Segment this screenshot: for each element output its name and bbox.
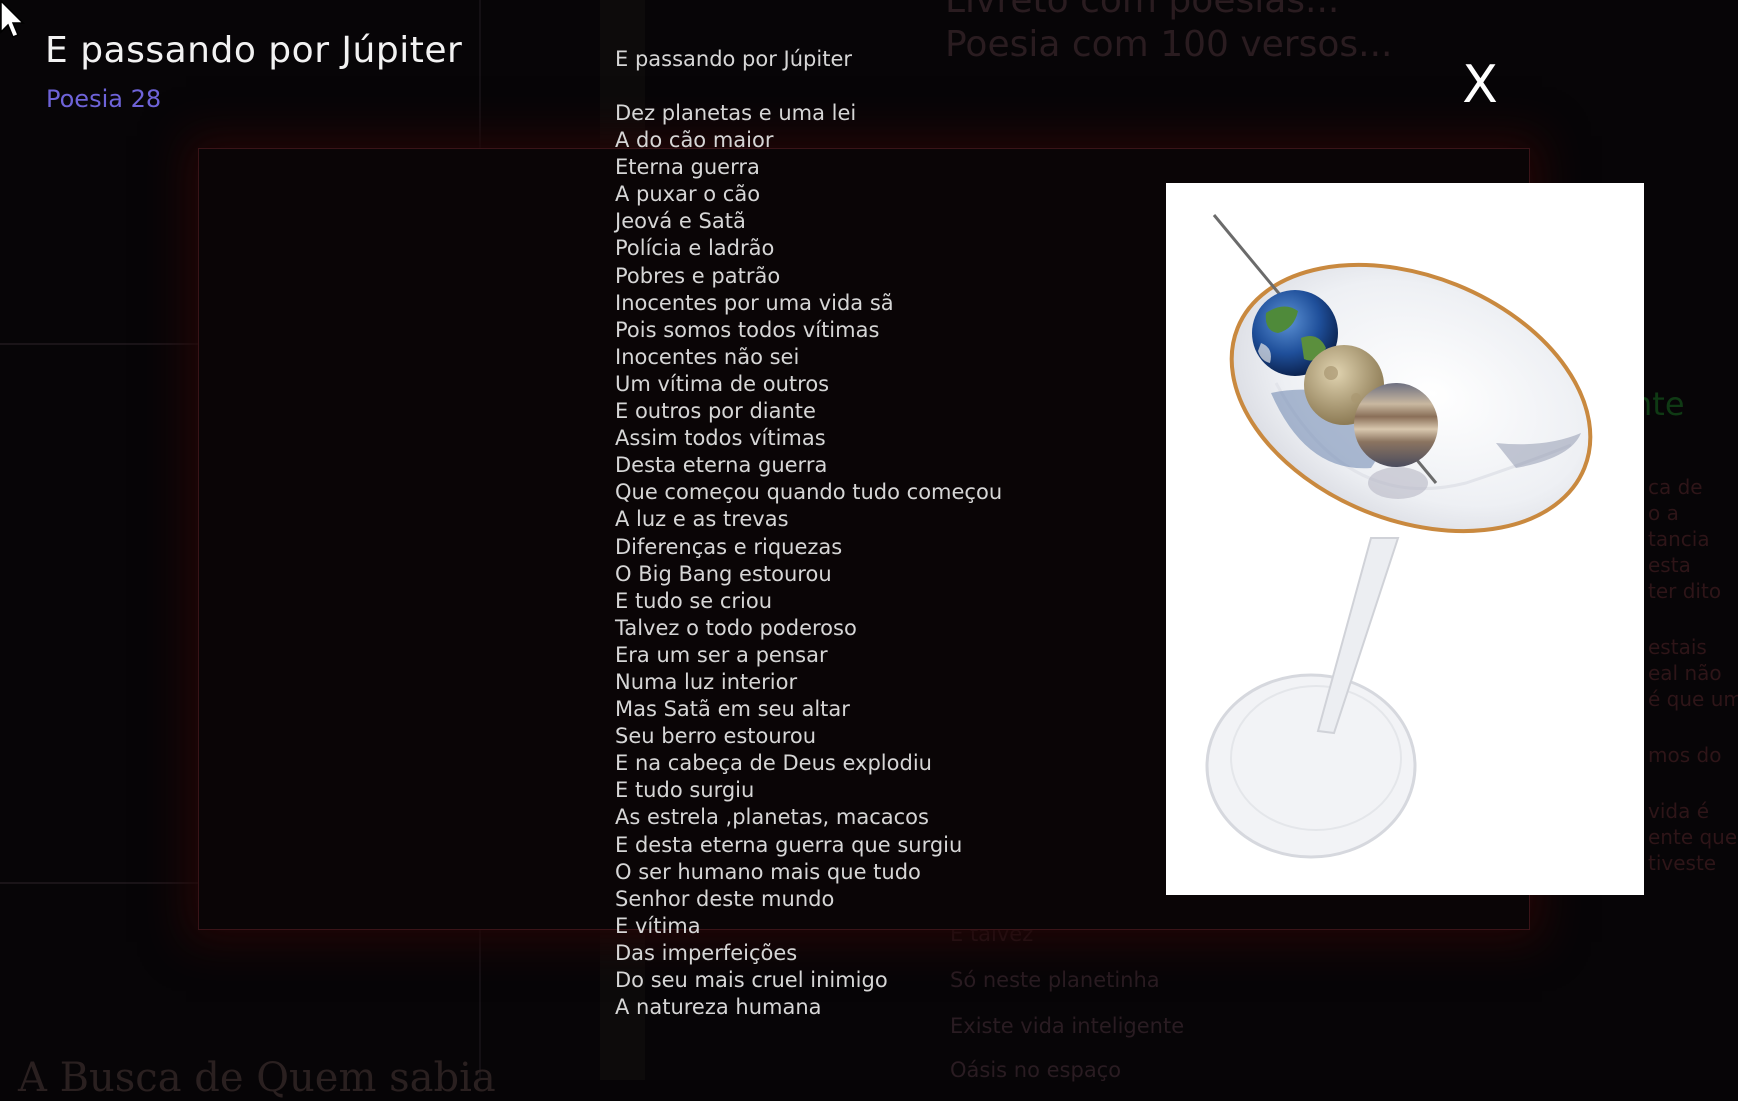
background-line: Oásis no espaço xyxy=(950,1058,1122,1082)
jupiter-planet xyxy=(1354,383,1438,467)
poem-line: Mas Satã em seu altar xyxy=(615,697,850,722)
page-subtitle: Poesia 28 xyxy=(46,85,162,113)
background-bottom-title: A Busca de Quem sabia xyxy=(18,1055,496,1101)
background-side-text: vida é xyxy=(1648,799,1710,823)
close-button[interactable]: X xyxy=(1455,55,1505,115)
background-side-text: mos do xyxy=(1648,743,1722,767)
background-side-text: ente que xyxy=(1648,825,1738,849)
background-side-text: ter dito xyxy=(1648,579,1722,603)
background-divider xyxy=(0,882,200,884)
page-title: E passando por Júpiter xyxy=(45,30,463,71)
poem-line: A natureza humana xyxy=(615,995,822,1020)
poem-line: Das imperfeições xyxy=(615,940,798,965)
poem-line: Dez planetas e uma lei xyxy=(615,101,857,125)
poem-line: A puxar o cão xyxy=(615,182,761,207)
poem-line: Senhor deste mundo xyxy=(615,886,835,911)
background-side-text: ca de xyxy=(1648,475,1703,499)
poem-line: Pobres e patrão xyxy=(615,263,781,288)
planets-martini-artwork xyxy=(1166,183,1644,895)
poem-line: A do cão maior xyxy=(615,128,774,153)
poem-line: Desta eterna guerra xyxy=(615,453,828,478)
poem-line: E tudo surgiu xyxy=(615,778,755,803)
background-side-text: eal não xyxy=(1648,661,1722,685)
poem-line: O Big Bang estourou xyxy=(615,561,832,586)
background-side-text: esta xyxy=(1648,553,1691,577)
poem-line: E desta eterna guerra que surgiu xyxy=(615,832,963,857)
close-icon[interactable]: X xyxy=(1462,55,1498,115)
poem-line: Do seu mais cruel inimigo xyxy=(615,968,888,992)
poem-line: Inocentes não sei xyxy=(615,344,800,369)
poem-lines: Dez planetas e uma lei A do cão maior Et… xyxy=(615,100,1002,1021)
poem-line: Numa luz interior xyxy=(615,669,798,694)
poem-line: Um vítima de outros xyxy=(615,371,830,396)
background-side-text: é que um xyxy=(1648,687,1738,711)
poem-line: A luz e as trevas xyxy=(615,507,789,532)
poem-line: As estrela ,planetas, macacos xyxy=(615,805,929,830)
background-divider xyxy=(0,343,200,345)
poem-line: Polícia e ladrão xyxy=(615,236,775,261)
background-side-text: tancia xyxy=(1648,527,1710,551)
background-side-text: estais xyxy=(1648,635,1707,659)
cursor-arrow-icon xyxy=(0,0,25,38)
poem-line: Diferenças e riquezas xyxy=(615,534,843,559)
poem-line: Que começou quando tudo começou xyxy=(615,480,1003,505)
poem-line: Seu berro estourou xyxy=(615,724,817,749)
poem-line: E tudo se criou xyxy=(615,588,773,613)
poem-line: E outros por diante xyxy=(615,399,816,424)
poem-line: E na cabeça de Deus explodiu xyxy=(615,751,932,776)
background-heading: Poesia com 100 versos... xyxy=(945,24,1393,65)
poem-line: Eterna guerra xyxy=(615,155,760,180)
poem-line: Pois somos todos vítimas xyxy=(615,317,880,342)
poem-line: Assim todos vítimas xyxy=(615,426,826,451)
poem-line: Talvez o todo poderoso xyxy=(615,615,857,640)
background-side-text: o a xyxy=(1648,501,1679,525)
poem-text: E passando por Júpiter Dez planetas e um… xyxy=(615,46,1002,1021)
poem-title: E passando por Júpiter xyxy=(615,47,852,71)
background-side-text: tiveste xyxy=(1648,851,1717,875)
poem-line: O ser humano mais que tudo xyxy=(615,859,921,884)
poem-line: E vítima xyxy=(615,913,701,938)
poem-line: Inocentes por uma vida sã xyxy=(615,290,894,315)
martini-glass-illustration xyxy=(1205,214,1593,859)
background-heading: Livreto com poesias... xyxy=(945,0,1340,21)
poem-line: Era um ser a pensar xyxy=(615,642,828,667)
poem-line: Jeová e Satã xyxy=(615,209,746,234)
